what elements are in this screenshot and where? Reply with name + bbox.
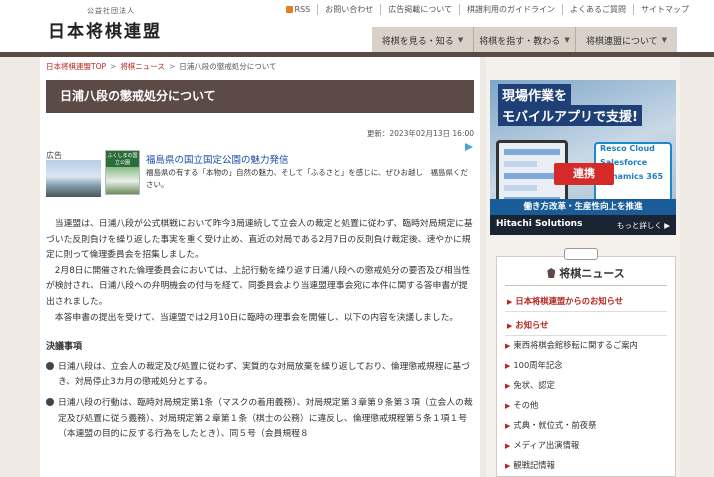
news-link-ceremony[interactable]: ▶ 式典・就位式・前夜祭	[505, 419, 596, 431]
utility-links: RSS お問い合わせ 広告掲載について 棋譜利用のガイドライン よくあるご質問 …	[279, 4, 696, 15]
news-divider	[505, 285, 667, 286]
triangle-right-icon: ▶	[505, 442, 511, 450]
clip-decoration	[564, 248, 598, 260]
triangle-right-icon: ▶	[505, 382, 511, 390]
breadcrumb: 日本将棋連盟TOP > 将棋ニュース > 日浦八段の懲戒処分について	[46, 62, 277, 71]
triangle-right-icon: ▶	[505, 362, 511, 370]
news-link-media[interactable]: ▶ メディア出演情報	[505, 439, 579, 451]
main-nav: 将棋を見る・知る ▼ 将棋を指す・教わる ▼ 将棋連盟について ▼	[372, 27, 677, 53]
page-title: 日浦八段の懲戒処分について	[46, 80, 474, 113]
breadcrumb-current: 日浦八段の懲戒処分について	[179, 62, 277, 71]
nav-play-learn[interactable]: 将棋を指す・教わる ▼	[473, 27, 575, 53]
nav-about[interactable]: 将棋連盟について ▼	[575, 27, 677, 53]
caret-down-icon: ▼	[564, 36, 570, 44]
news-link-license[interactable]: ▶ 免状、認定	[505, 379, 555, 391]
article-paragraph: 当連盟は、日浦八段が公式棋戦において昨今3局連続して立会人の裁定と処置に従わず、…	[46, 219, 473, 261]
news-link-relocation[interactable]: ▶ 東西将棋会館移転に関するご案内	[505, 339, 638, 351]
triangle-right-icon: ▶	[505, 402, 511, 410]
sync-badge: 連携	[554, 163, 614, 185]
triangle-right-icon: ▶	[505, 422, 511, 430]
ad-body: 福島県の有する「本物の」自然の魅力、そして「ふるさと」を感じに、ぜひお越し 福島…	[146, 168, 469, 189]
resolution-heading: 決議事項	[46, 342, 83, 353]
sidebar-ad-banner[interactable]: 現場作業を モバイルアプリで支援! Resco Cloud Salesforce…	[490, 80, 676, 235]
sitemap-link[interactable]: サイトマップ	[633, 4, 696, 15]
updated-timestamp: 更新：2023年02月13日 16:00	[366, 129, 474, 138]
site-header: 公益社団法人 日本将棋連盟 RSS お問い合わせ 広告掲載について 棋譜利用のガ…	[0, 0, 714, 53]
ad-block[interactable]: 広告 ふくしまの国立公園 福島県の国立国定公園の魅力発信 福島県の有する「本物の…	[46, 142, 474, 198]
product-resco: Resco Cloud	[600, 144, 655, 153]
rss-icon	[285, 6, 293, 13]
banner-strip: 働き方改革・生産性向上を推進	[490, 199, 676, 215]
news-link-jsa-notice[interactable]: ▶ 日本将棋連盟からのお知らせ	[507, 295, 623, 307]
banner-footer: Hitachi Solutions もっと詳しく ▶	[490, 215, 676, 235]
banner-headline-1: 現場作業を	[498, 84, 572, 105]
shogi-piece-icon	[547, 268, 556, 278]
breadcrumb-news[interactable]: 将棋ニュース	[120, 62, 165, 71]
triangle-right-icon: ▶	[507, 322, 513, 330]
caret-down-icon: ▼	[457, 36, 464, 44]
banner-more-button[interactable]: もっと詳しく ▶	[617, 220, 670, 231]
breadcrumb-home[interactable]: 日本将棋連盟TOP	[46, 62, 106, 71]
triangle-right-icon: ▶	[505, 342, 511, 350]
advertising-link[interactable]: 広告掲載について	[380, 4, 459, 15]
ad-title[interactable]: 福島県の国立国定公園の魅力発信	[146, 152, 289, 166]
rss-link[interactable]: RSS	[279, 4, 318, 15]
ad-thumbnail-park[interactable]: ふくしまの国立公園	[105, 150, 140, 195]
news-heading: 将棋ニュース	[497, 265, 675, 281]
news-link-other[interactable]: ▶ その他	[505, 399, 538, 411]
banner-headline-2: モバイルアプリで支援!	[498, 105, 642, 126]
bullet-icon	[46, 397, 54, 406]
news-link-100th[interactable]: ▶ 100周年記念	[505, 359, 562, 371]
news-link-commentary[interactable]: ▶ 観戦記情報	[505, 459, 555, 471]
site-logo[interactable]: 公益社団法人 日本将棋連盟	[48, 6, 188, 42]
article-paragraph: 本答申書の提出を受けて、当連盟では2月10日に臨時の理事会を開催し、以下の内容を…	[54, 312, 459, 323]
kifu-guideline-link[interactable]: 棋譜利用のガイドライン	[459, 4, 562, 15]
triangle-right-icon: ▶	[507, 298, 513, 306]
article-paragraph: 2月8日に開催された倫理委員会においては、上記行動を繰り返す日浦八段への懲戒処分…	[46, 265, 471, 307]
bullet-icon	[46, 361, 54, 370]
caret-down-icon: ▼	[661, 36, 668, 44]
logo-title: 日本将棋連盟	[48, 22, 162, 42]
adchoices-icon[interactable]	[464, 142, 474, 152]
resolution-item: 日浦八段の行動は、臨時対局規定第1条（マスクの着用義務）、対局規定第３章第９条第…	[46, 396, 474, 443]
news-link-notice[interactable]: ▶ お知らせ	[507, 319, 548, 331]
logo-subtitle: 公益社団法人	[87, 7, 135, 15]
ad-thumbnail-landscape[interactable]	[46, 160, 101, 197]
nav-watch-learn[interactable]: 将棋を見る・知る ▼	[372, 27, 473, 53]
resolution-item: 日浦八段は、立会人の裁定及び処置に従わず、実質的な対局放棄を繰り返しており、倫理…	[46, 360, 474, 391]
article-body: 当連盟は、日浦八段が公式棋戦において昨今3局連続して立会人の裁定と処置に従わず、…	[46, 217, 474, 448]
triangle-right-icon: ▶	[505, 462, 511, 470]
news-panel: 将棋ニュース ▶ 日本将棋連盟からのお知らせ ▶ お知らせ ▶ 東西将棋会館移転に関す…	[496, 256, 676, 477]
banner-brand: Hitachi Solutions	[496, 219, 583, 229]
faq-link[interactable]: よくあるご質問	[562, 4, 633, 15]
contact-link[interactable]: お問い合わせ	[317, 4, 380, 15]
